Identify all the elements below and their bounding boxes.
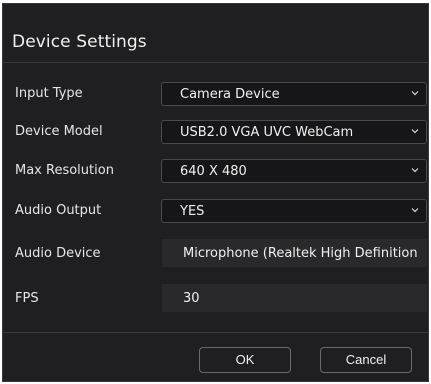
fps-field[interactable]: 30 (162, 284, 427, 312)
input-type-select[interactable]: Camera Device (161, 82, 427, 106)
audio-output-label: Audio Output (15, 203, 102, 218)
device-settings-dialog: Device Settings Input Type Camera Device… (2, 3, 429, 382)
max-resolution-value: 640 X 480 (180, 164, 247, 179)
audio-device-field[interactable]: Microphone (Realtek High Definition (162, 239, 427, 267)
input-type-value: Camera Device (180, 87, 280, 102)
fps-value: 30 (183, 291, 200, 306)
chevron-down-icon (411, 129, 419, 134)
dialog-title: Device Settings (12, 32, 147, 52)
input-type-label: Input Type (15, 86, 83, 101)
cancel-button[interactable]: Cancel (320, 347, 412, 373)
device-model-select[interactable]: USB2.0 VGA UVC WebCam (161, 120, 427, 144)
max-resolution-label: Max Resolution (15, 163, 114, 178)
device-model-label: Device Model (15, 124, 103, 139)
title-bar: Device Settings (3, 4, 428, 63)
chevron-down-icon (411, 168, 419, 173)
max-resolution-select[interactable]: 640 X 480 (161, 159, 427, 183)
footer-divider (3, 332, 428, 333)
device-model-value: USB2.0 VGA UVC WebCam (180, 125, 354, 140)
chevron-down-icon (411, 208, 419, 213)
fps-label: FPS (15, 291, 39, 306)
chevron-down-icon (411, 91, 419, 96)
audio-output-value: YES (180, 204, 205, 219)
ok-button[interactable]: OK (199, 347, 291, 373)
audio-device-label: Audio Device (15, 246, 101, 261)
audio-output-select[interactable]: YES (161, 199, 427, 223)
audio-device-value: Microphone (Realtek High Definition (183, 246, 418, 261)
